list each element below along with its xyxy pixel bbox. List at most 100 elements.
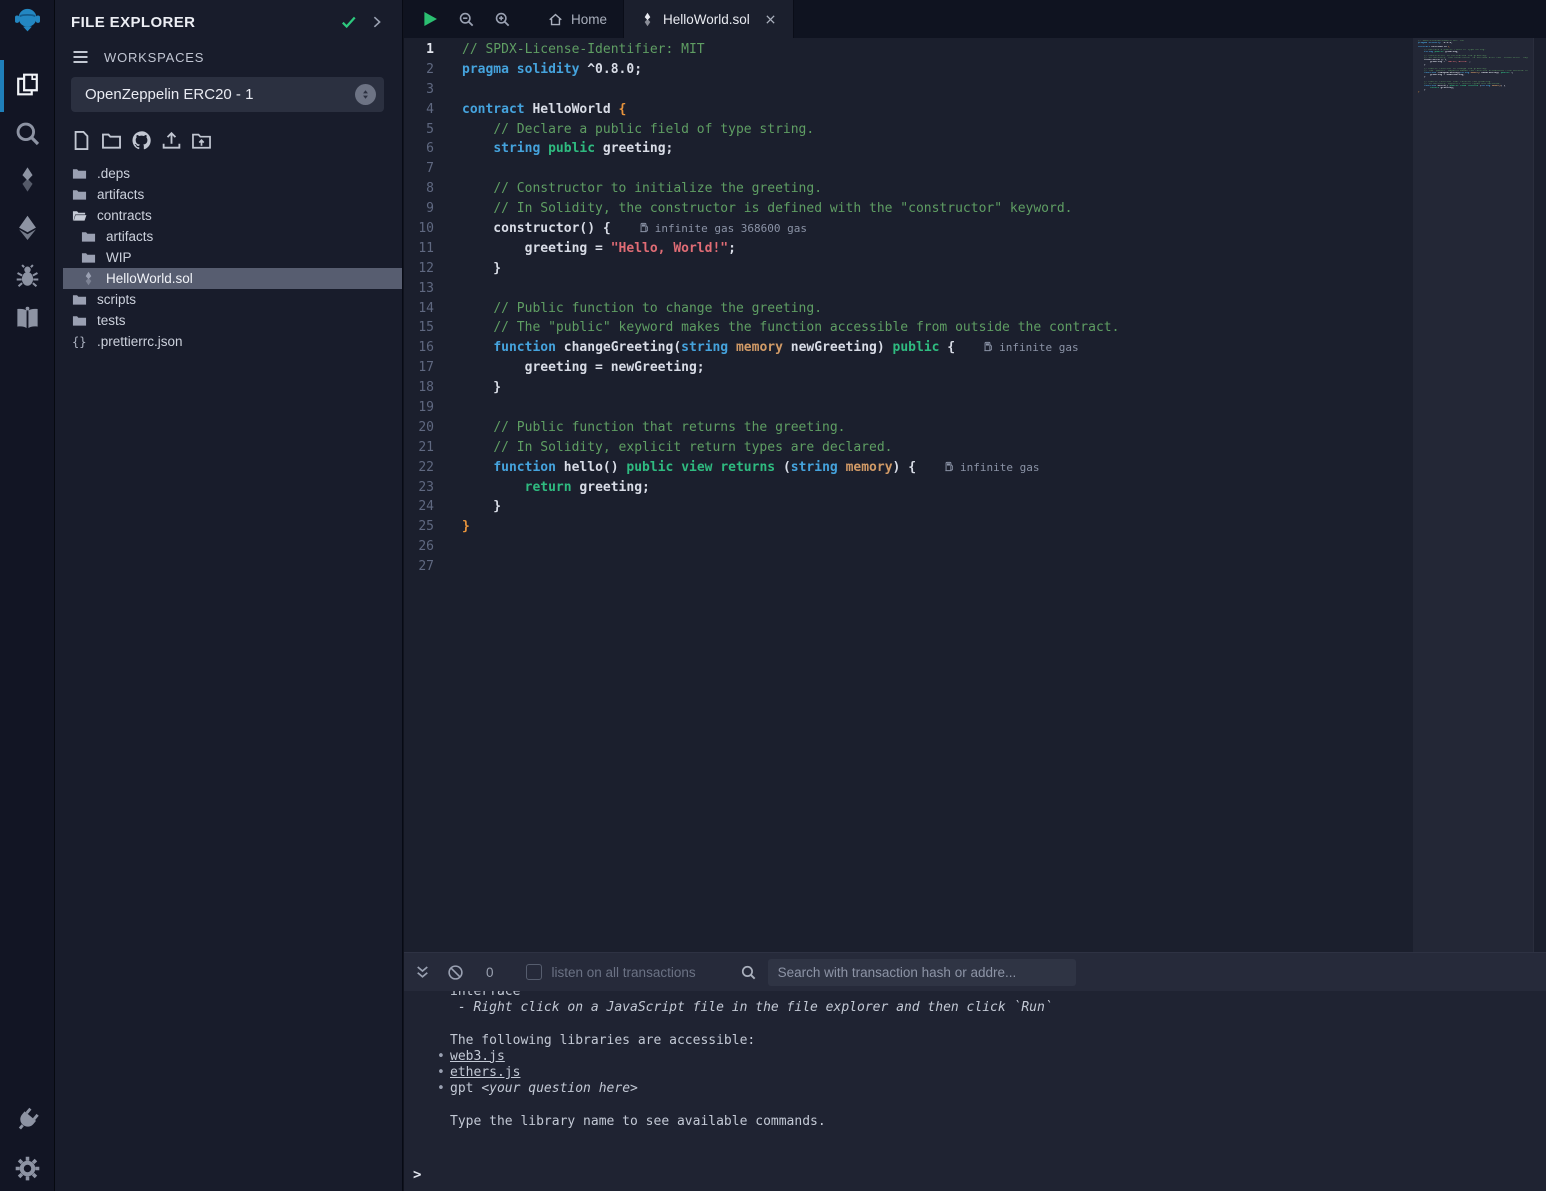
code-line[interactable]: 16 function changeGreeting(string memory…	[404, 338, 1119, 358]
tree-item[interactable]: contracts	[55, 205, 402, 226]
code-line[interactable]: 6 string public greeting;	[404, 139, 1119, 159]
terminal-expand-icon[interactable]	[414, 964, 431, 981]
minimap[interactable]: // SPDX-License-Identifier: MITpragma so…	[1413, 38, 1533, 952]
workspace-sort-icon[interactable]	[355, 84, 376, 105]
zoom-out-icon[interactable]	[448, 0, 484, 38]
panel-chevron-right-icon[interactable]	[370, 15, 384, 29]
code-line[interactable]: 20 // Public function that returns the g…	[404, 418, 1119, 438]
code-line[interactable]: 7	[404, 159, 1119, 179]
tree-item[interactable]: {}.prettierrc.json	[55, 331, 402, 352]
terminal-clear-icon[interactable]	[447, 964, 464, 981]
code-line[interactable]: 9 // In Solidity, the constructor is def…	[404, 199, 1119, 219]
code-line[interactable]: 25}	[404, 517, 1119, 537]
workspace-selected-value: OpenZeppelin ERC20 - 1	[85, 86, 355, 103]
file-explorer-icon[interactable]	[0, 71, 55, 98]
code-line[interactable]: 8 // Constructor to initialize the greet…	[404, 179, 1119, 199]
upload-folder-icon[interactable]	[191, 130, 212, 151]
line-number: 4	[404, 100, 462, 120]
workspaces-label: WORKSPACES	[104, 50, 204, 65]
close-tab-icon[interactable]	[764, 13, 777, 26]
tree-item[interactable]: tests	[55, 310, 402, 331]
tab-helloworld-sol[interactable]: HelloWorld.sol	[623, 0, 794, 38]
listen-transactions-checkbox[interactable]	[526, 964, 542, 980]
accept-check-icon[interactable]	[340, 13, 358, 31]
code-line[interactable]: 12 }	[404, 259, 1119, 279]
workspace-select[interactable]: OpenZeppelin ERC20 - 1	[71, 77, 384, 112]
terminal-line: Type the library name to see available c…	[450, 1114, 1546, 1130]
code-line[interactable]: 26	[404, 537, 1119, 557]
debugger-icon[interactable]	[0, 263, 55, 290]
plugin-manager-icon[interactable]	[0, 1106, 55, 1133]
code-line[interactable]: 3	[404, 80, 1119, 100]
deploy-and-run-icon[interactable]	[0, 214, 55, 241]
tree-item[interactable]: artifacts	[55, 184, 402, 205]
learneth-book-icon[interactable]	[0, 305, 55, 332]
settings-gear-icon[interactable]	[0, 1155, 55, 1182]
code-line[interactable]: 2pragma solidity ^0.8.0;	[404, 60, 1119, 80]
tree-item-label: WIP	[106, 250, 132, 265]
editor-toolbar: HomeHelloWorld.sol	[404, 0, 1546, 38]
code-line[interactable]: 27	[404, 557, 1119, 577]
line-number: 3	[404, 80, 462, 100]
library-link[interactable]: ethers.js	[450, 1065, 520, 1080]
code-line[interactable]: 11 greeting = "Hello, World!";	[404, 239, 1119, 259]
code-line[interactable]: 10 constructor() {infinite gas 368600 ga…	[404, 219, 1119, 239]
terminal-search-input[interactable]	[768, 959, 1076, 986]
new-folder-icon[interactable]	[101, 130, 122, 151]
code-line[interactable]: 15 // The "public" keyword makes the fun…	[404, 318, 1119, 338]
code-line[interactable]: 19	[404, 398, 1119, 418]
line-number: 7	[404, 159, 462, 179]
code-line[interactable]: 1// SPDX-License-Identifier: MIT	[404, 40, 1119, 60]
tree-item[interactable]: artifacts	[55, 226, 402, 247]
terminal-prompt[interactable]: >	[413, 1167, 421, 1183]
zoom-in-icon[interactable]	[484, 0, 520, 38]
new-file-icon[interactable]	[71, 130, 92, 151]
tree-item[interactable]: .deps	[55, 163, 402, 184]
line-number: 5	[404, 120, 462, 140]
listen-transactions-label: listen on all transactions	[552, 965, 696, 980]
line-number: 20	[404, 418, 462, 438]
code-line[interactable]: 5 // Declare a public field of type stri…	[404, 120, 1119, 140]
code-line[interactable]: 13	[404, 279, 1119, 299]
code-line[interactable]: 18 }	[404, 378, 1119, 398]
tree-item-label: tests	[97, 313, 126, 328]
code-line[interactable]: 17 greeting = newGreeting;	[404, 358, 1119, 378]
solidity-compiler-icon[interactable]	[0, 166, 55, 193]
tree-item[interactable]: scripts	[55, 289, 402, 310]
line-number: 26	[404, 537, 462, 557]
line-number: 12	[404, 259, 462, 279]
upload-file-icon[interactable]	[161, 130, 182, 151]
terminal-line: •web3.js	[450, 1049, 1546, 1065]
run-script-button[interactable]	[412, 0, 448, 38]
line-number: 13	[404, 279, 462, 299]
tab-home[interactable]: Home	[532, 0, 623, 38]
remix-logo-icon[interactable]	[0, 6, 55, 33]
line-number: 6	[404, 139, 462, 159]
terminal-line	[450, 1016, 1546, 1032]
code-line[interactable]: 23 return greeting;	[404, 478, 1119, 498]
bullet: •	[437, 1049, 445, 1065]
braces-icon: {}	[72, 334, 88, 350]
tree-item-label: scripts	[97, 292, 136, 307]
github-clone-icon[interactable]	[131, 130, 152, 151]
bullet: •	[437, 1081, 445, 1097]
code-line[interactable]: 22 function hello() public view returns …	[404, 458, 1119, 478]
code-line[interactable]: 14 // Public function to change the gree…	[404, 299, 1119, 319]
terminal-line	[450, 1097, 1546, 1113]
line-number: 22	[404, 458, 462, 478]
terminal-output: interface - Right click on a JavaScript …	[404, 991, 1546, 1191]
editor-scrollbar[interactable]	[1533, 38, 1546, 952]
tree-item[interactable]: HelloWorld.sol	[63, 268, 402, 289]
code-line[interactable]: 24 }	[404, 497, 1119, 517]
code-line[interactable]: 4contract HelloWorld {	[404, 100, 1119, 120]
workspaces-menu-icon[interactable]	[71, 49, 90, 65]
panel-title: FILE EXPLORER	[71, 14, 340, 31]
tree-item-label: HelloWorld.sol	[106, 271, 193, 286]
library-link[interactable]: web3.js	[450, 1049, 505, 1064]
line-number: 24	[404, 497, 462, 517]
code-line[interactable]: 21 // In Solidity, explicit return types…	[404, 438, 1119, 458]
search-icon[interactable]	[0, 120, 55, 147]
tree-item-label: contracts	[97, 208, 152, 223]
code-editor[interactable]: 1// SPDX-License-Identifier: MIT2pragma …	[404, 38, 1546, 952]
tree-item[interactable]: WIP	[55, 247, 402, 268]
